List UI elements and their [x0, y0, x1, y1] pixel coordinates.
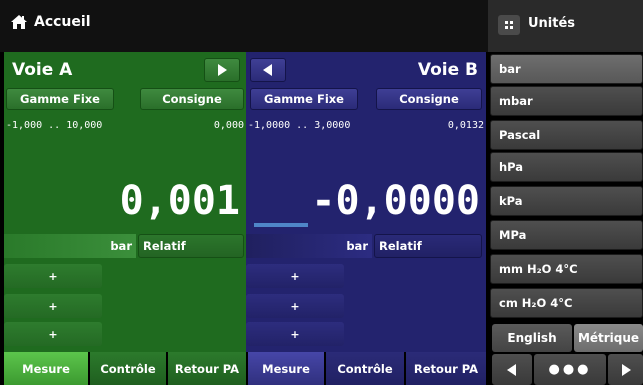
channel-a-tab-pa-return[interactable]: Retour PA [168, 352, 246, 385]
unit-item-pascal[interactable]: Pascal [490, 120, 643, 150]
channel-a-mode-button[interactable]: Relatif [138, 234, 244, 258]
home-label: Accueil [34, 14, 91, 30]
unit-item-cm-h2o[interactable]: cm H₂O 4°C [490, 288, 643, 318]
units-next-button[interactable] [608, 354, 643, 385]
channel-b-range-button[interactable]: Gamme Fixe [250, 88, 358, 110]
unit-item-hpa[interactable]: hPa [490, 152, 643, 182]
channel-b-reading: -0,0000 [311, 178, 480, 224]
channel-b-tab-pa-return[interactable]: Retour PA [406, 352, 486, 385]
arrow-left-icon [263, 64, 272, 76]
home-button[interactable]: Accueil [10, 14, 91, 30]
home-icon [11, 15, 27, 29]
channel-b-unit: bar [346, 239, 368, 253]
units-header: Unités [488, 0, 643, 52]
channel-a-range-text: -1,000 .. 10,000 [6, 120, 103, 131]
metric-system-button[interactable]: Métrique [574, 324, 643, 352]
channel-b-mode: Relatif [379, 239, 422, 253]
pager-dots: ●●● [548, 362, 592, 377]
channel-b-progress-indicator [254, 223, 308, 227]
channel-a-tab-measure[interactable]: Mesure [4, 352, 88, 385]
channel-b-panel: Voie B Gamme Fixe Consigne -1,0000 .. 3,… [246, 52, 486, 352]
channel-a-plus-button[interactable]: + [4, 264, 102, 288]
channel-b-plus-button[interactable]: + [246, 294, 344, 318]
channel-a-unit: bar [110, 239, 132, 253]
channel-b-title: Voie B [417, 60, 478, 80]
channel-a-setpoint-button[interactable]: Consigne [140, 88, 244, 110]
channel-b-prev-button[interactable] [250, 58, 286, 82]
unit-item-mpa[interactable]: MPa [490, 220, 643, 250]
channel-b-unit-button[interactable]: bar [246, 234, 372, 258]
channel-a-plus-button[interactable]: + [4, 322, 102, 346]
channel-a-range-button[interactable]: Gamme Fixe [6, 88, 114, 110]
channel-b-tab-measure[interactable]: Mesure [248, 352, 324, 385]
grid-icon [505, 21, 513, 29]
channel-b-plus-button[interactable]: + [246, 322, 344, 346]
arrow-right-icon [218, 64, 227, 76]
arrow-right-icon [621, 363, 631, 376]
channel-a-setpoint-value: 0,000 [213, 120, 244, 131]
units-list: bar mbar Pascal hPa kPa MPa mm H₂O 4°C c… [488, 52, 643, 322]
unit-item-kpa[interactable]: kPa [490, 186, 643, 216]
channel-b-tab-control[interactable]: Contrôle [326, 352, 404, 385]
channel-b-setpoint-button[interactable]: Consigne [376, 88, 482, 110]
top-bar: Accueil [0, 0, 488, 52]
unit-item-mbar[interactable]: mbar [490, 86, 643, 116]
grid-menu-button[interactable] [498, 15, 520, 35]
channel-b-mode-button[interactable]: Relatif [374, 234, 482, 258]
channel-a-reading: 0,001 [119, 178, 240, 224]
units-page-indicator: ●●● [534, 354, 606, 385]
channel-a-mode: Relatif [143, 239, 186, 253]
arrow-left-icon [507, 363, 516, 376]
language-english-button[interactable]: English [492, 324, 572, 352]
channel-a-title: Voie A [12, 60, 73, 80]
channel-a-panel: Voie A Gamme Fixe Consigne -1,000 .. 10,… [4, 52, 246, 352]
channel-b-setpoint-value: 0,0132 [447, 120, 484, 131]
channel-a-next-button[interactable] [204, 58, 240, 82]
channel-b-range-text: -1,0000 .. 3,0000 [248, 120, 351, 131]
unit-item-mm-h2o[interactable]: mm H₂O 4°C [490, 254, 643, 284]
unit-item-bar[interactable]: bar [490, 54, 643, 84]
units-title: Unités [528, 16, 576, 31]
channel-a-unit-button[interactable]: bar [4, 234, 136, 258]
channel-a-plus-button[interactable]: + [4, 294, 102, 318]
units-prev-button[interactable] [492, 354, 532, 385]
channel-a-tab-control[interactable]: Contrôle [90, 352, 166, 385]
channel-b-plus-button[interactable]: + [246, 264, 344, 288]
